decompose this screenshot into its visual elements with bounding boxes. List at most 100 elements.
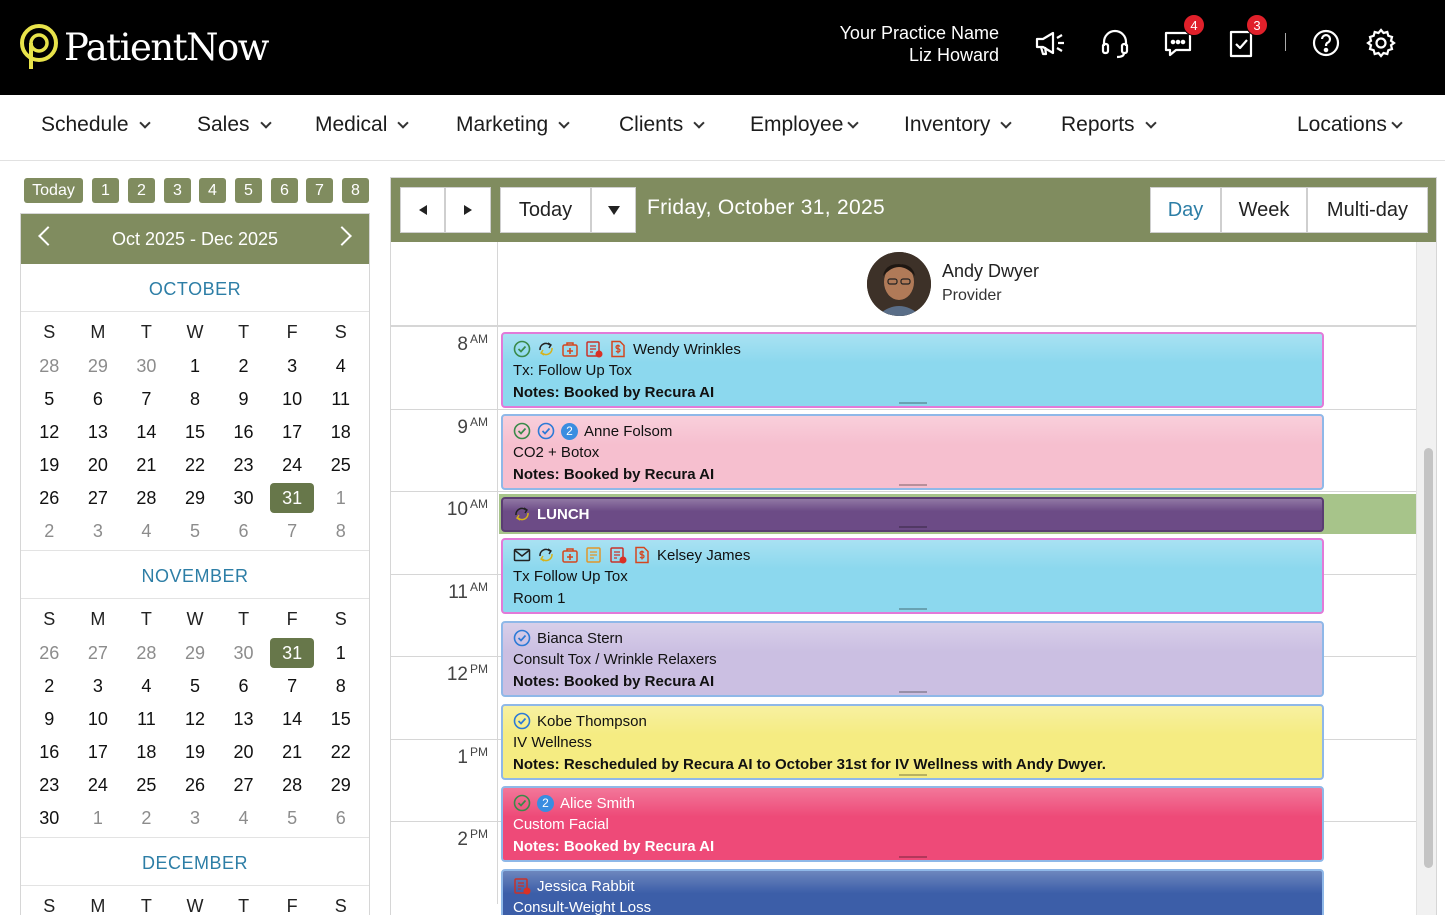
- check-circle-icon[interactable]: [513, 794, 537, 812]
- quick-week-2-button[interactable]: 2: [128, 178, 155, 203]
- calendar-day[interactable]: 15: [171, 416, 220, 449]
- calendar-day[interactable]: 12: [25, 416, 74, 449]
- resize-handle[interactable]: [899, 484, 927, 486]
- calendar-day[interactable]: 11: [122, 703, 171, 736]
- quick-week-8-button[interactable]: 8: [342, 178, 369, 203]
- calendar-day[interactable]: 4: [122, 670, 171, 703]
- calendar-day[interactable]: 21: [122, 449, 171, 482]
- calendar-day[interactable]: 22: [316, 736, 365, 769]
- calendar-day[interactable]: 30: [25, 802, 74, 835]
- medical-bag-icon[interactable]: [561, 546, 585, 564]
- calendar-day[interactable]: 18: [122, 736, 171, 769]
- practice-info[interactable]: Your Practice Name Liz Howard: [840, 22, 999, 66]
- megaphone-icon[interactable]: [1033, 26, 1067, 60]
- calendar-day[interactable]: 6: [219, 515, 268, 548]
- form-alert-icon[interactable]: [609, 546, 633, 564]
- lunch-block[interactable]: LUNCH: [501, 497, 1324, 532]
- calendar-day[interactable]: 3: [74, 515, 123, 548]
- calendar-day[interactable]: 1: [316, 637, 365, 670]
- calendar-day[interactable]: 6: [316, 802, 365, 835]
- calendar-day-selected[interactable]: 31: [268, 637, 317, 670]
- settings-icon[interactable]: [1364, 26, 1398, 60]
- calendar-day[interactable]: 23: [25, 769, 74, 802]
- vertical-scrollbar[interactable]: [1416, 242, 1436, 915]
- calendar-day[interactable]: 2: [219, 350, 268, 383]
- calendar-day[interactable]: 26: [25, 482, 74, 515]
- appointment-card[interactable]: 2 Anne Folsom CO2 + Botox Notes: Booked by …: [501, 414, 1324, 490]
- calendar-day[interactable]: 3: [268, 350, 317, 383]
- calendar-day[interactable]: 11: [316, 383, 365, 416]
- calendar-day[interactable]: 16: [219, 416, 268, 449]
- calendar-day[interactable]: 10: [74, 703, 123, 736]
- chevron-right-icon[interactable]: [332, 226, 352, 246]
- quick-week-1-button[interactable]: 1: [92, 178, 119, 203]
- calendar-day[interactable]: 13: [74, 416, 123, 449]
- confirmed-icon[interactable]: [513, 712, 537, 730]
- view-day-button[interactable]: Day: [1150, 187, 1221, 233]
- nav-medical[interactable]: Medical: [315, 113, 410, 137]
- calendar-day[interactable]: 13: [219, 703, 268, 736]
- appointment-card[interactable]: Kobe Thompson IV Wellness Notes: Reschedul…: [501, 704, 1324, 780]
- calendar-day[interactable]: 3: [74, 670, 123, 703]
- calendar-day[interactable]: 4: [316, 350, 365, 383]
- form-alert-icon[interactable]: [513, 877, 537, 895]
- view-week-button[interactable]: Week: [1221, 187, 1307, 233]
- recurring-icon[interactable]: [537, 546, 561, 564]
- appointment-card[interactable]: 2 Alice Smith Custom Facial Notes: Booked b…: [501, 786, 1324, 862]
- check-circle-icon[interactable]: [513, 422, 537, 440]
- calendar-day[interactable]: 28: [268, 769, 317, 802]
- calendar-day[interactable]: 29: [171, 637, 220, 670]
- calendar-day[interactable]: 21: [268, 736, 317, 769]
- resize-handle[interactable]: [899, 691, 927, 693]
- calendar-day[interactable]: 8: [171, 383, 220, 416]
- calendar-day[interactable]: 1: [316, 482, 365, 515]
- calendar-day[interactable]: 10: [268, 383, 317, 416]
- calendar-day[interactable]: 19: [25, 449, 74, 482]
- calendar-day[interactable]: 14: [268, 703, 317, 736]
- confirmed-icon[interactable]: [513, 629, 537, 647]
- quick-week-3-button[interactable]: 3: [164, 178, 191, 203]
- calendar-day[interactable]: 5: [171, 515, 220, 548]
- chevron-left-icon[interactable]: [38, 226, 58, 246]
- calendar-day[interactable]: 7: [268, 515, 317, 548]
- calendar-day[interactable]: 17: [74, 736, 123, 769]
- quick-today-button[interactable]: Today: [24, 178, 83, 203]
- check-circle-icon[interactable]: [513, 340, 537, 358]
- calendar-day[interactable]: 28: [122, 482, 171, 515]
- email-icon[interactable]: [513, 546, 537, 564]
- calendar-day[interactable]: 12: [171, 703, 220, 736]
- nav-reports[interactable]: Reports: [1061, 113, 1157, 137]
- recurring-icon[interactable]: [537, 340, 561, 358]
- calendar-day[interactable]: 24: [268, 449, 317, 482]
- headset-icon[interactable]: [1098, 26, 1132, 60]
- calendar-day[interactable]: 2: [122, 802, 171, 835]
- calendar-day[interactable]: 18: [316, 416, 365, 449]
- calendar-day[interactable]: 28: [25, 350, 74, 383]
- calendar-day[interactable]: 27: [219, 769, 268, 802]
- calendar-day[interactable]: 6: [74, 383, 123, 416]
- calendar-day[interactable]: 9: [25, 703, 74, 736]
- calendar-day[interactable]: 30: [122, 350, 171, 383]
- calendar-day[interactable]: 27: [74, 637, 123, 670]
- nav-clients[interactable]: Clients: [619, 113, 705, 137]
- tasks-icon[interactable]: 3: [1224, 14, 1268, 60]
- form-icon[interactable]: [585, 546, 609, 564]
- calendar-day[interactable]: 29: [171, 482, 220, 515]
- calendar-day[interactable]: 22: [171, 449, 220, 482]
- calendar-day[interactable]: 2: [25, 670, 74, 703]
- calendar-day[interactable]: 17: [268, 416, 317, 449]
- patientnow-logo[interactable]: PatientNow: [18, 22, 269, 72]
- resize-handle[interactable]: [899, 856, 927, 858]
- form-alert-icon[interactable]: [585, 340, 609, 358]
- calendar-day[interactable]: 29: [316, 769, 365, 802]
- calendar-day[interactable]: 16: [25, 736, 74, 769]
- calendar-day[interactable]: 3: [171, 802, 220, 835]
- calendar-day[interactable]: 5: [171, 670, 220, 703]
- calendar-day[interactable]: 20: [74, 449, 123, 482]
- calendar-day-selected[interactable]: 31: [268, 482, 317, 515]
- calendar-day[interactable]: 23: [219, 449, 268, 482]
- nav-employee[interactable]: Employee: [750, 113, 860, 137]
- calendar-day[interactable]: 15: [316, 703, 365, 736]
- calendar-day[interactable]: 20: [219, 736, 268, 769]
- calendar-day[interactable]: 24: [74, 769, 123, 802]
